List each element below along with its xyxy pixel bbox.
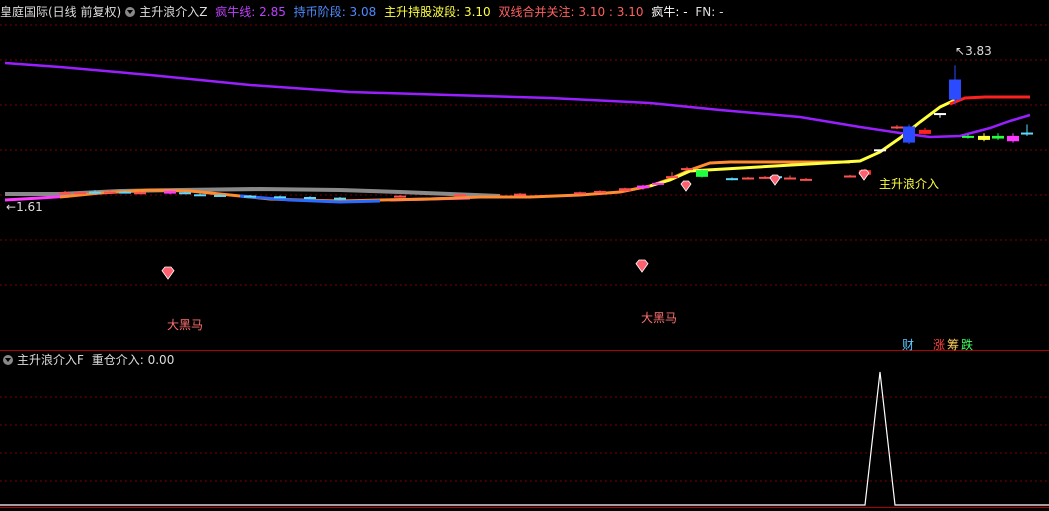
diamond-icon-small-1	[680, 180, 692, 192]
diamond-icon-small-3	[858, 169, 870, 181]
high-arrow-icon: ↖	[955, 44, 966, 58]
candle-body-20	[637, 185, 649, 189]
candle-body-2	[89, 191, 101, 194]
candle-body-13	[334, 197, 346, 200]
candle-body-35	[903, 126, 915, 143]
diamond-icon-horse-2	[635, 259, 649, 273]
horse-label-2: 大黑马	[641, 311, 678, 325]
candle-body-31	[844, 175, 856, 178]
purple-trend-line	[4, 61, 1031, 139]
candle-body-9	[214, 194, 226, 197]
candle-body-5	[134, 192, 146, 195]
candle-body-25	[726, 178, 738, 181]
candle-body-42	[1007, 135, 1019, 142]
candle-body-0	[59, 192, 71, 195]
tag-die: 跌	[961, 338, 974, 352]
candle-body-18	[594, 190, 606, 193]
candle-body-15	[454, 194, 466, 197]
low-arrow-icon: ←	[6, 200, 17, 214]
candle-body-21	[652, 182, 664, 185]
kline-chart[interactable]	[0, 0, 1049, 511]
candle-body-4	[119, 191, 131, 194]
signal-label: 主升浪介入	[879, 177, 940, 191]
candle-body-11	[274, 196, 286, 199]
candle-body-38	[949, 79, 961, 100]
low-price-label: ←1.61	[6, 200, 43, 214]
candle-body-14	[394, 195, 406, 198]
zhongcang-line	[0, 371, 1049, 506]
candle-body-17	[574, 192, 586, 195]
candle-body-43	[1021, 132, 1033, 135]
candle-body-34	[891, 126, 903, 129]
tag-cai: 财	[902, 338, 915, 352]
candle-body-6	[164, 190, 176, 194]
candle-body-10	[244, 195, 256, 198]
candle-body-19	[619, 188, 631, 191]
horse-label-1: 大黑马	[167, 318, 204, 332]
candle-body-37	[934, 113, 946, 116]
candle-body-8	[194, 194, 206, 197]
candle-body-30	[800, 178, 812, 181]
candle-body-3	[104, 191, 116, 194]
tag-zhang: 涨	[933, 338, 946, 352]
diamond-icon-small-2	[769, 174, 781, 186]
candle-body-22	[666, 176, 678, 179]
candle-body-7	[179, 192, 191, 195]
candle-body-29	[784, 177, 796, 180]
tag-chou: 筹	[947, 338, 960, 352]
candle-body-1	[74, 192, 86, 195]
candle-body-39	[962, 135, 974, 138]
candle-body-23	[681, 168, 693, 171]
candle-body-24	[696, 170, 708, 177]
candle-body-36	[919, 129, 931, 134]
candle-body-33	[874, 149, 886, 152]
candle-body-27	[759, 176, 771, 179]
candle-body-40	[978, 135, 990, 140]
high-price-label: ↖3.83	[955, 44, 992, 58]
candle-body-12	[304, 196, 316, 199]
candle-body-26	[742, 177, 754, 180]
candle-body-41	[992, 135, 1004, 139]
red-line	[949, 95, 1030, 106]
diamond-icon-horse-1	[161, 266, 175, 280]
candle-body-16	[514, 193, 526, 196]
